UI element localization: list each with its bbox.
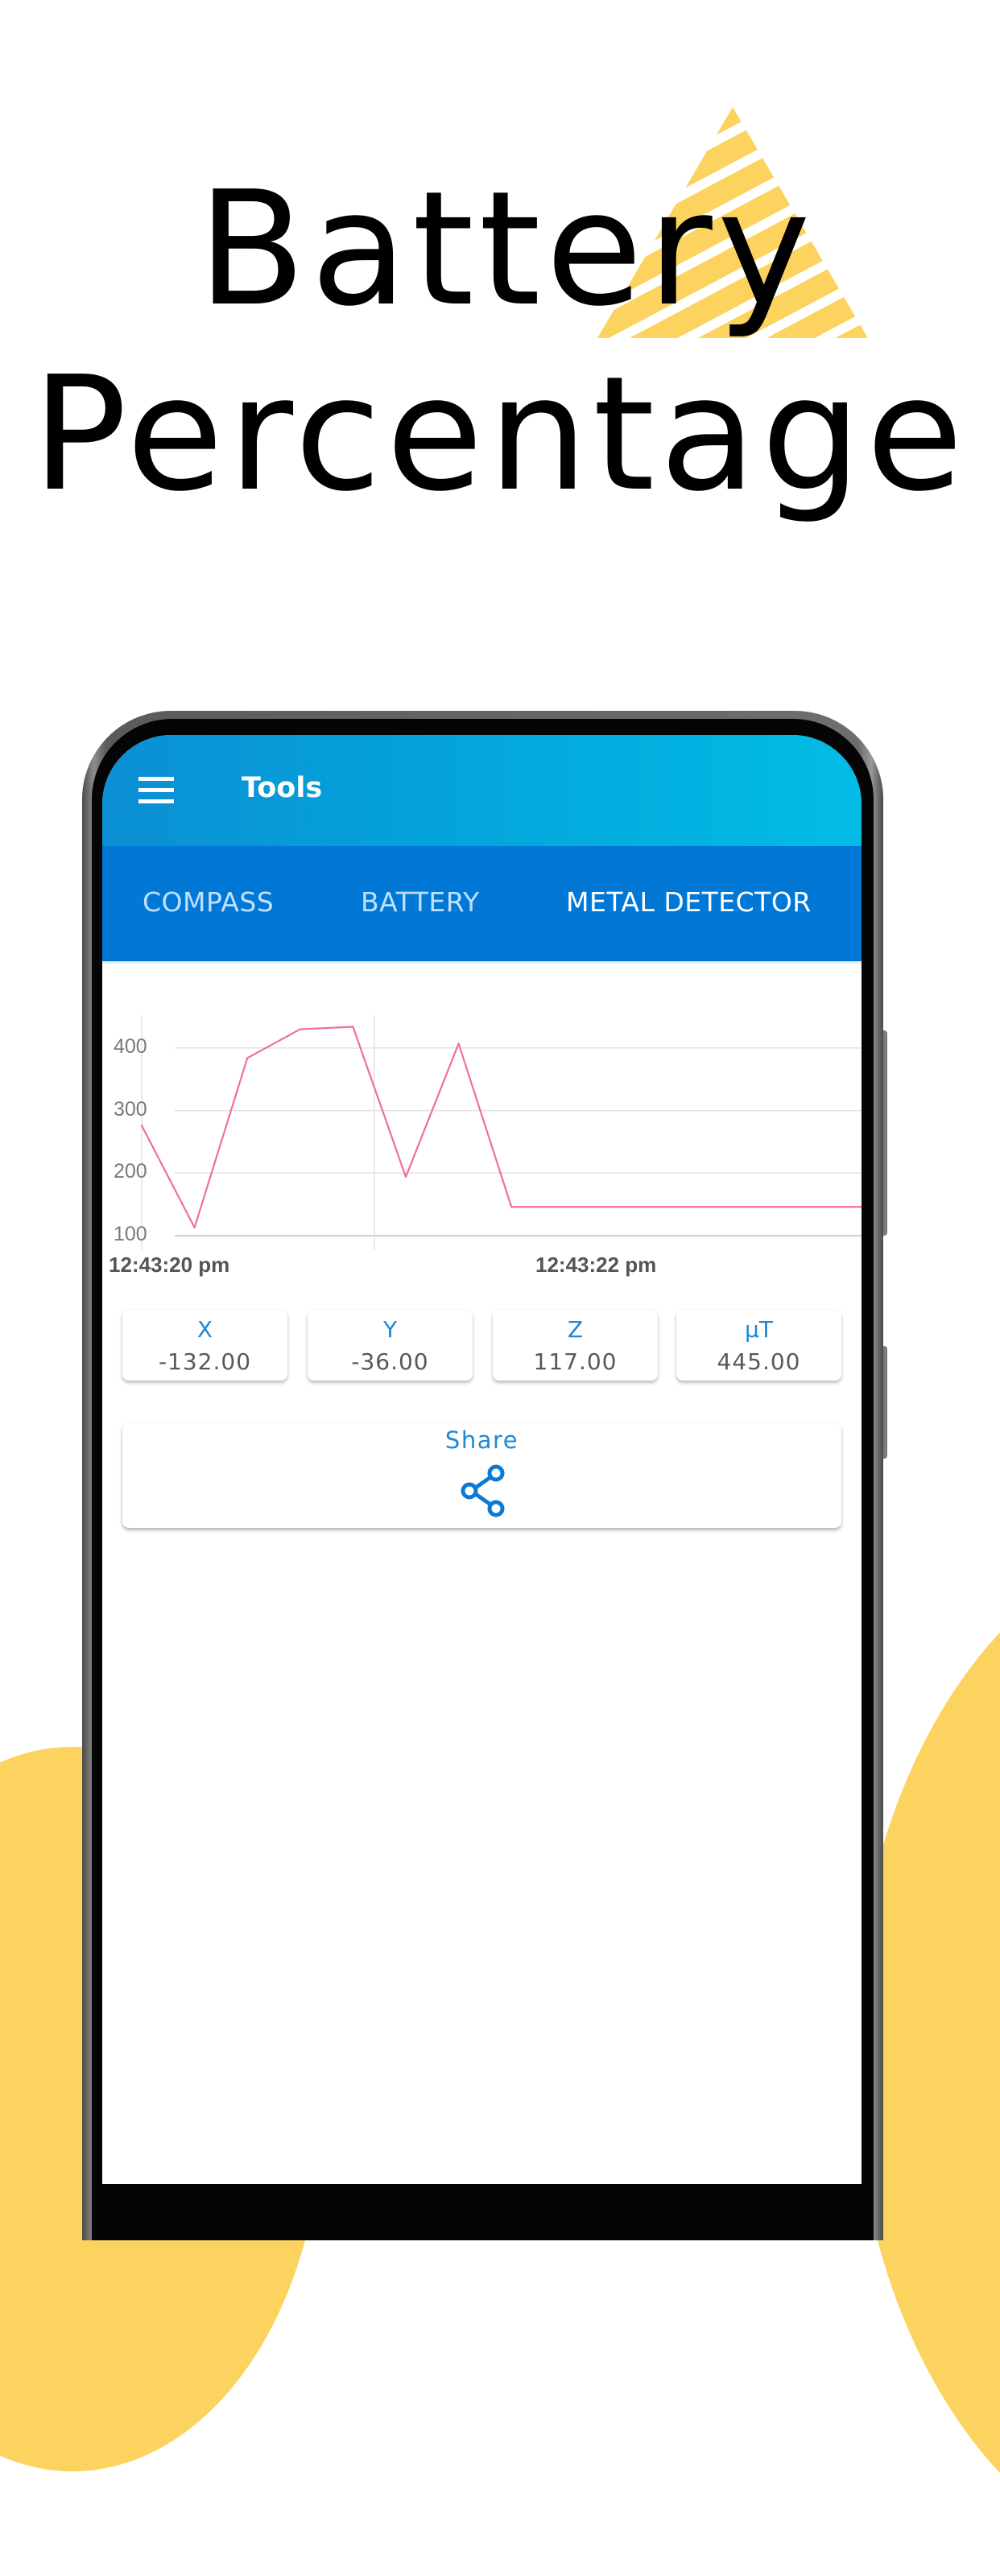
magnetic-field-chart: 100 200 300 400 12:43:20 pm 12:43:22 pm: [102, 735, 862, 1298]
reading-card-x: X -132.00: [122, 1310, 287, 1381]
share-icon: [461, 1464, 505, 1517]
y-tick-label: 100: [114, 1223, 147, 1245]
reading-card-z: Z 117.00: [493, 1310, 658, 1381]
reading-value: 117.00: [533, 1348, 618, 1375]
chart-data-point: [457, 1042, 460, 1045]
chart-data-point: [404, 1175, 407, 1179]
chart-data-point: [246, 1057, 249, 1059]
reading-label: Y: [382, 1316, 398, 1343]
share-label: Share: [444, 1426, 519, 1454]
reading-value: -132.00: [158, 1348, 252, 1375]
chart-data-point: [510, 1206, 513, 1208]
x-tick-label: 12:43:20 pm: [109, 1253, 230, 1277]
phone-screen: Tools COMPASS BATTERY METAL DETECTOR 100…: [102, 735, 862, 2184]
reading-card-y: Y -36.00: [308, 1310, 473, 1381]
chart-data-point: [193, 1226, 196, 1229]
chart-series-line: [141, 1026, 862, 1228]
x-tick-label: 12:43:22 pm: [535, 1253, 657, 1277]
chart-data-point: [140, 1125, 143, 1127]
reading-label: Z: [567, 1316, 584, 1343]
reading-value: 445.00: [717, 1348, 801, 1375]
promo-title-line-2: Percentage: [31, 343, 969, 526]
y-tick-label: 400: [114, 1034, 147, 1058]
chart-svg: [140, 1015, 862, 1250]
y-tick-label: 200: [114, 1160, 147, 1183]
promo-title-line-1: Battery: [197, 158, 816, 341]
chart-data-point: [352, 1026, 354, 1028]
reading-label: X: [196, 1316, 213, 1343]
chart-data-point: [299, 1028, 301, 1030]
reading-value: -36.00: [351, 1348, 429, 1375]
share-button[interactable]: Share: [122, 1423, 841, 1528]
y-tick-label: 300: [114, 1097, 147, 1121]
reading-card-microtesla: µT 445.00: [676, 1310, 841, 1381]
reading-label: µT: [745, 1316, 773, 1343]
